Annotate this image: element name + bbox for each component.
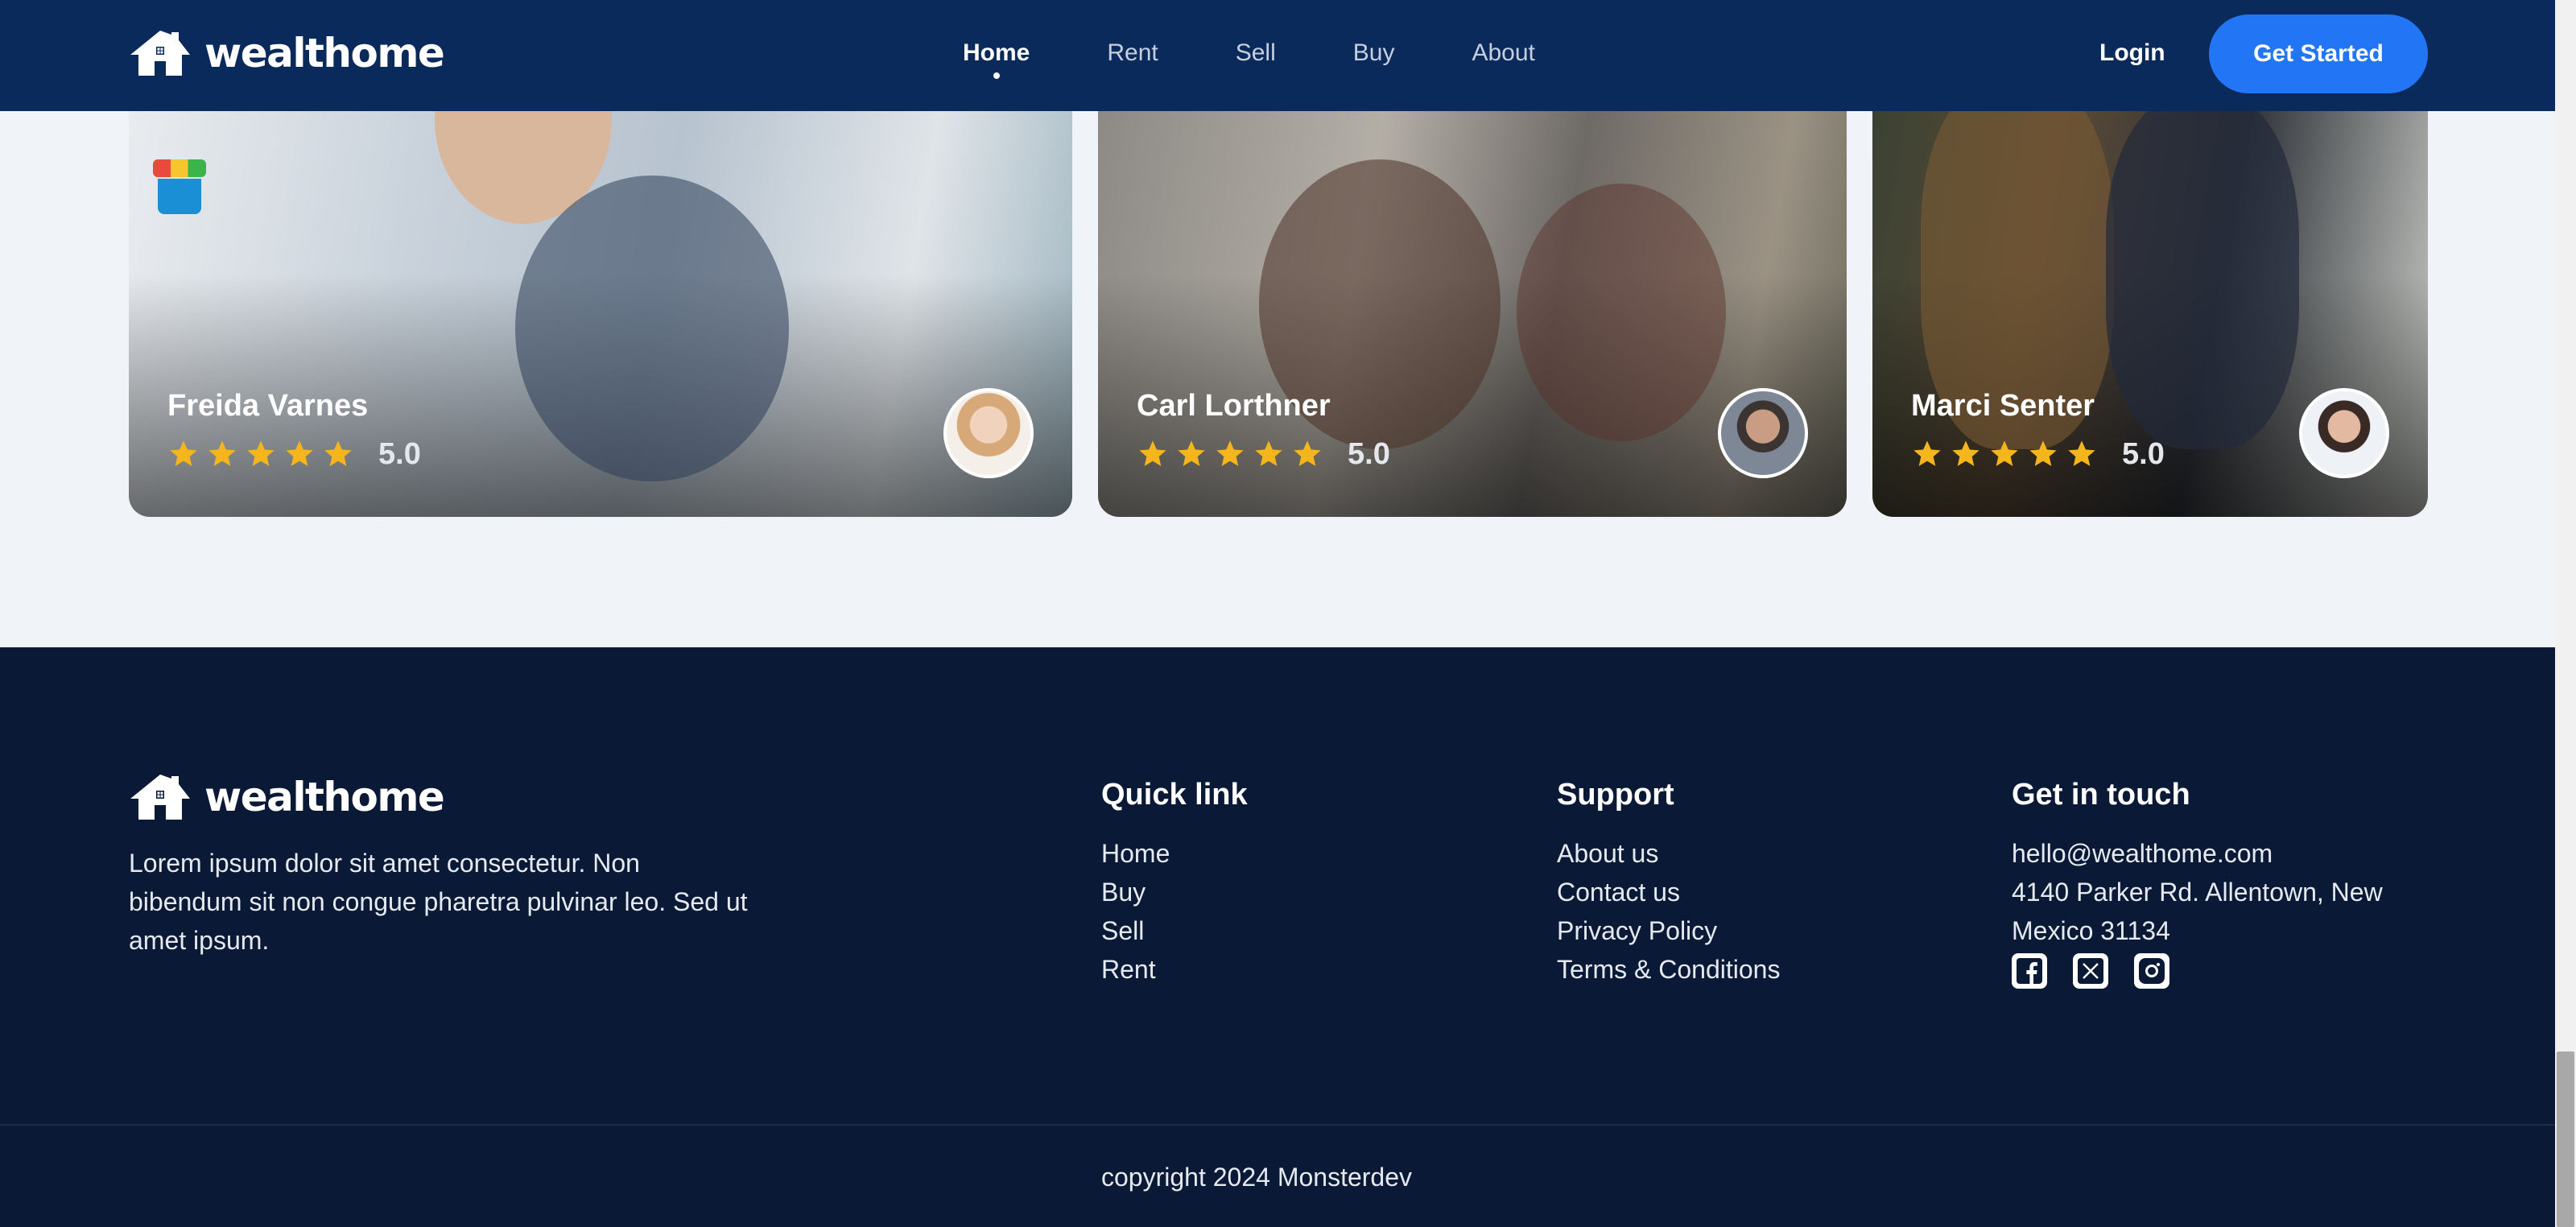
star-icon: [1291, 438, 1323, 470]
get-started-button[interactable]: Get Started: [2209, 14, 2428, 93]
footer-link-home[interactable]: Home: [1101, 834, 1248, 873]
star-icon: [283, 438, 316, 470]
star-icon: [167, 438, 200, 470]
facebook-icon[interactable]: [2012, 953, 2047, 989]
avatar: [2299, 388, 2389, 478]
footer-link-rent[interactable]: Rent: [1101, 950, 1248, 989]
nav-item-about[interactable]: About: [1472, 39, 1534, 68]
card-photo-detail: [1517, 184, 1726, 441]
brand-name: wealthome: [204, 774, 445, 820]
star-icon: [1988, 438, 2021, 470]
footer-link-about-us[interactable]: About us: [1557, 834, 1780, 873]
avatar: [1718, 388, 1808, 478]
brand-logo[interactable]: wealthome: [129, 29, 445, 77]
contact-address: 4140 Parker Rd. Allentown, New Mexico 31…: [2012, 878, 2383, 945]
star-icon: [1253, 438, 1285, 470]
x-twitter-icon[interactable]: [2073, 953, 2108, 989]
star-icon: [1950, 438, 1982, 470]
site-header: wealthome Home Rent Sell Buy About Login…: [0, 0, 2555, 111]
card-photo-detail: [515, 176, 789, 481]
support-column: Support About us Contact us Privacy Poli…: [1557, 775, 1780, 989]
get-in-touch-column: Get in touch hello@wealthome.com 4140 Pa…: [2012, 775, 2446, 989]
star-icon: [2066, 438, 2098, 470]
testimonial-name: Marci Senter: [1911, 389, 2095, 423]
star-rating: 5.0: [167, 438, 421, 470]
social-links: [2012, 953, 2446, 989]
star-icon: [1175, 438, 1208, 470]
nav-item-sell[interactable]: Sell: [1236, 39, 1276, 68]
testimonial-card: Carl Lorthner 5.0: [1098, 111, 1847, 517]
column-title: Support: [1557, 778, 1674, 812]
star-icon: [2027, 438, 2059, 470]
card-photo-detail: [2106, 111, 2299, 449]
instagram-icon[interactable]: [2134, 953, 2169, 989]
footer-link-sell[interactable]: Sell: [1101, 911, 1248, 950]
star-icon: [1911, 438, 1943, 470]
column-title: Quick link: [1101, 778, 1248, 812]
column-title: Get in touch: [2012, 778, 2190, 812]
nav-item-label: Home: [963, 39, 1030, 66]
nav-item-buy[interactable]: Buy: [1353, 39, 1395, 68]
star-icon: [206, 438, 238, 470]
star-icon: [1214, 438, 1246, 470]
footer-link-contact-us[interactable]: Contact us: [1557, 873, 1780, 911]
testimonial-name: Freida Varnes: [167, 389, 369, 423]
avatar: [943, 388, 1034, 478]
brand-name: wealthome: [204, 30, 445, 76]
nav-item-rent[interactable]: Rent: [1107, 39, 1158, 68]
copyright-text: copyright 2024 Monsterdev: [1101, 1163, 1412, 1192]
scrollbar-track[interactable]: [2555, 0, 2576, 1227]
toy-bucket-image: [153, 159, 206, 216]
house-logo-icon: [129, 773, 192, 821]
contact-email[interactable]: hello@wealthome.com: [2012, 834, 2446, 873]
star-rating: 5.0: [1137, 438, 1390, 470]
footer-divider: [0, 1124, 2555, 1126]
page: Freida Varnes 5.0 Carl Lorthner 5.0 Marc…: [0, 0, 2555, 1227]
testimonial-name: Carl Lorthner: [1137, 389, 1331, 423]
rating-value: 5.0: [378, 437, 421, 471]
star-icon: [1137, 438, 1169, 470]
star-icon: [322, 438, 354, 470]
house-logo-icon: [129, 29, 192, 77]
star-icon: [245, 438, 277, 470]
quick-link-column: Quick link Home Buy Sell Rent: [1101, 775, 1248, 989]
login-link[interactable]: Login: [2099, 39, 2165, 68]
rating-value: 5.0: [1348, 437, 1390, 471]
footer-link-buy[interactable]: Buy: [1101, 873, 1248, 911]
footer-brand-logo[interactable]: wealthome: [129, 773, 445, 821]
testimonial-card: Marci Senter 5.0: [1872, 111, 2428, 517]
testimonial-card: Freida Varnes 5.0: [129, 111, 1072, 517]
rating-value: 5.0: [2122, 437, 2165, 471]
footer-description: Lorem ipsum dolor sit amet consectetur. …: [129, 849, 748, 955]
footer-link-terms[interactable]: Terms & Conditions: [1557, 950, 1780, 989]
star-rating: 5.0: [1911, 438, 2165, 470]
main-nav: Home Rent Sell Buy About: [963, 39, 1612, 79]
nav-item-home[interactable]: Home: [963, 39, 1030, 79]
active-indicator: [993, 72, 1000, 79]
footer-link-privacy-policy[interactable]: Privacy Policy: [1557, 911, 1780, 950]
scrollbar-thumb[interactable]: [2557, 1051, 2574, 1227]
